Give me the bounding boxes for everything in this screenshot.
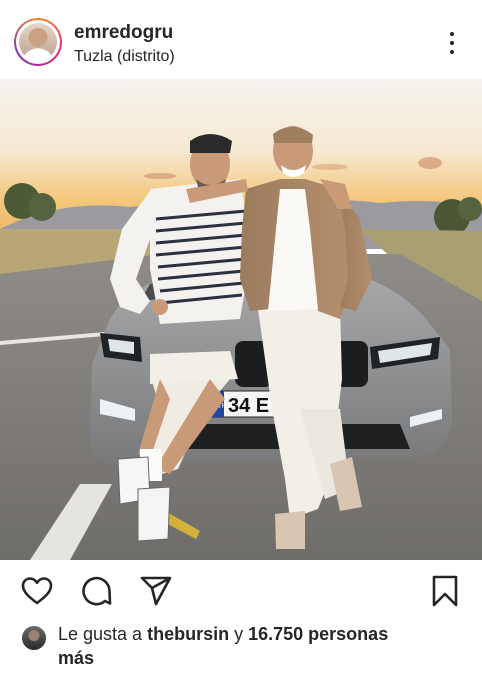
- likes-summary: Le gusta a thebursin y 16.750 personas má…: [0, 622, 482, 680]
- save-button[interactable]: [428, 574, 462, 608]
- post-photo[interactable]: TR 34 E: [0, 79, 482, 560]
- comment-icon: [82, 576, 112, 606]
- license-plate: 34 E: [228, 395, 269, 417]
- heart-icon: [21, 577, 53, 605]
- post-actions: [0, 560, 482, 622]
- bookmark-icon: [432, 575, 458, 607]
- share-button[interactable]: [139, 574, 173, 608]
- avatar-image: [19, 23, 57, 61]
- liker-username[interactable]: thebursin: [147, 624, 229, 644]
- post-image: TR 34 E: [0, 79, 482, 560]
- send-icon: [140, 576, 172, 606]
- location[interactable]: Tuzla (distrito): [74, 48, 175, 66]
- likes-text[interactable]: Le gusta a thebursin y 16.750 personas má…: [58, 622, 468, 670]
- more-options-icon[interactable]: [444, 30, 460, 56]
- likes-count[interactable]: 16.750 personas: [248, 624, 388, 644]
- post-header: emredogru Tuzla (distrito): [0, 0, 482, 78]
- like-button[interactable]: [20, 574, 54, 608]
- liker-avatar[interactable]: [22, 626, 46, 650]
- comment-button[interactable]: [80, 574, 114, 608]
- profile-avatar[interactable]: [14, 18, 62, 66]
- username[interactable]: emredogru: [74, 22, 173, 44]
